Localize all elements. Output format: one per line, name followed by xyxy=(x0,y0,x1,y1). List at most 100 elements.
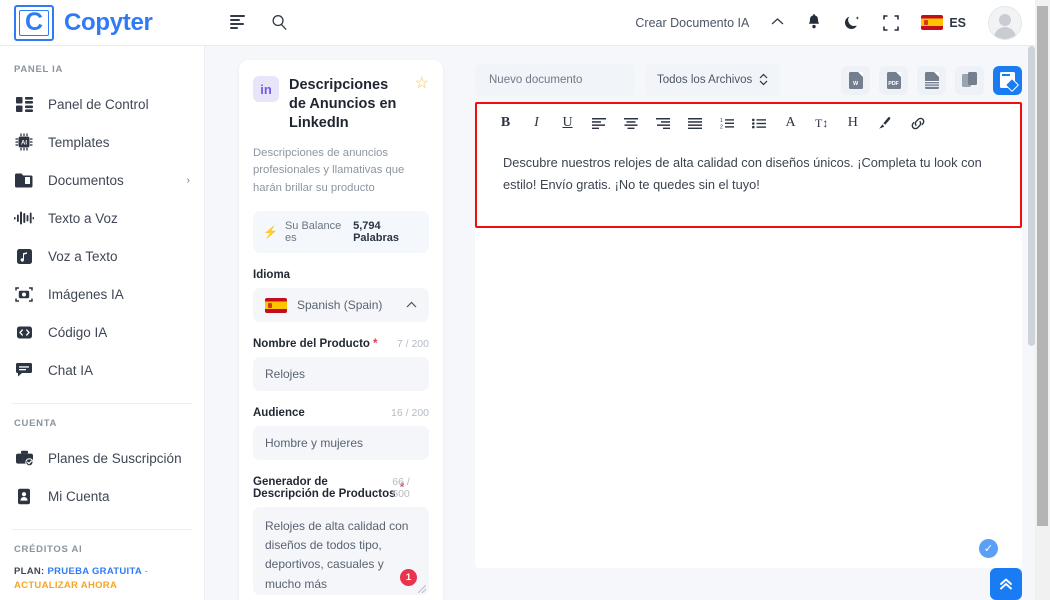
bold-icon[interactable]: B xyxy=(499,114,512,132)
text-file-icon xyxy=(924,71,939,89)
language-code: ES xyxy=(949,15,966,30)
sidebar-item-label: Panel de Control xyxy=(48,96,149,112)
heading-icon[interactable]: H xyxy=(846,114,859,132)
highlight-icon[interactable] xyxy=(877,114,892,132)
sidebar-item-label: Templates xyxy=(48,134,110,150)
editor-content[interactable]: Descubre nuestros relojes de alta calida… xyxy=(477,140,1020,197)
align-left-icon[interactable] xyxy=(592,114,606,132)
export-pdf-button[interactable]: PDF xyxy=(879,65,908,95)
page-scrollbar-thumb[interactable] xyxy=(1037,6,1048,526)
language-field-label: Idioma xyxy=(253,269,429,281)
panel-scrollbar[interactable] xyxy=(1028,46,1035,600)
plan-value-link[interactable]: PRUEBA GRATUITA xyxy=(47,566,141,577)
page-scrollbar[interactable] xyxy=(1035,0,1050,600)
chevron-up-icon xyxy=(406,299,417,311)
generator-textarea[interactable]: Relojes de alta calidad con diseños de t… xyxy=(253,507,429,596)
moon-icon[interactable] xyxy=(844,14,861,31)
plan-upgrade-link[interactable]: ACTUALIZAR AHORA xyxy=(14,580,117,591)
save-document-button[interactable] xyxy=(993,65,1022,95)
sidebar-section-panel: PANEL IA xyxy=(14,64,64,75)
sidebar-item-label: Código IA xyxy=(48,324,108,340)
avatar[interactable] xyxy=(988,5,1022,40)
options-row: Creatividad i Media xyxy=(253,595,429,600)
fullscreen-icon[interactable] xyxy=(883,14,900,31)
search-icon[interactable] xyxy=(271,14,288,31)
align-right-icon[interactable] xyxy=(656,114,670,132)
plan-dash: - xyxy=(144,566,149,577)
align-center-icon[interactable] xyxy=(624,114,638,132)
balance-label: Su Balance es xyxy=(284,220,342,245)
sidebar-item-label: Chat IA xyxy=(48,362,94,378)
sidebar-item-documentos[interactable]: Documentos › xyxy=(0,161,204,199)
language-selected-value: Spanish (Spain) xyxy=(297,298,383,313)
generator-value: Relojes de alta calidad con diseños de t… xyxy=(265,519,409,591)
product-label-text: Nombre del Producto xyxy=(253,338,370,351)
sidebar-item-texto-a-voz[interactable]: Texto a Voz xyxy=(0,199,204,237)
chip-ai-icon: AI xyxy=(14,132,34,152)
sidebar-item-label: Texto a Voz xyxy=(48,210,118,226)
italic-icon[interactable]: I xyxy=(530,114,543,132)
audience-counter: 16 / 200 xyxy=(391,407,429,420)
main-content: in Descripciones de Anuncios en LinkedIn… xyxy=(205,46,1050,600)
export-word-button[interactable]: W xyxy=(841,65,870,95)
check-circle-icon[interactable]: ✓ xyxy=(979,539,998,558)
menu-toggle-icon[interactable] xyxy=(230,15,247,30)
header-right-area: Crear Documento IA ES xyxy=(635,5,1050,40)
export-text-button[interactable] xyxy=(917,65,946,95)
file-filter-value: Todos los Archivos xyxy=(657,74,753,86)
bell-icon[interactable] xyxy=(806,14,822,31)
chevron-right-icon: › xyxy=(186,174,190,186)
font-color-icon[interactable]: A xyxy=(784,114,797,132)
textarea-resize-handle[interactable] xyxy=(418,585,426,594)
underline-icon[interactable]: U xyxy=(561,114,574,132)
svg-text:2: 2 xyxy=(720,124,723,129)
chat-icon xyxy=(14,360,34,380)
sidebar-item-templates[interactable]: AI Templates xyxy=(0,123,204,161)
sidebar-item-chat-ia[interactable]: Chat IA xyxy=(0,351,204,389)
align-justify-icon[interactable] xyxy=(688,114,702,132)
sidebar-item-label: Planes de Suscripción xyxy=(48,450,182,466)
ordered-list-icon[interactable]: 12 xyxy=(720,114,734,132)
sidebar-item-codigo-ia[interactable]: Código IA xyxy=(0,313,204,351)
page-body: PANEL IA Panel de Control AI Templates D… xyxy=(0,46,1050,600)
sidebar-section-account: CUENTA xyxy=(14,418,58,429)
sidebar-item-panel-de-control[interactable]: Panel de Control xyxy=(0,85,204,123)
sidebar-item-voz-a-texto[interactable]: Voz a Texto xyxy=(0,237,204,275)
save-edit-icon xyxy=(1000,72,1015,88)
star-icon[interactable]: ☆ xyxy=(415,76,429,92)
sidebar-item-label: Mi Cuenta xyxy=(48,488,110,504)
plan-status: PLAN: PRUEBA GRATUITA - ACTUALIZAR AHORA xyxy=(0,565,204,593)
create-document-link[interactable]: Crear Documento IA xyxy=(635,16,749,30)
link-icon[interactable] xyxy=(910,114,926,132)
logo-letter: C xyxy=(24,8,44,36)
pdf-file-icon: PDF xyxy=(886,71,901,89)
brand-logo[interactable]: C Copyter xyxy=(0,4,210,41)
panel-scrollbar-thumb[interactable] xyxy=(1028,46,1035,346)
audience-input[interactable]: Hombre y mujeres xyxy=(253,426,429,461)
sidebar-item-mi-cuenta[interactable]: Mi Cuenta xyxy=(0,477,204,515)
scroll-to-top-button[interactable] xyxy=(990,568,1022,600)
sidebar-section-credits: CRÉDITOS AI xyxy=(14,544,83,555)
camera-icon xyxy=(14,284,34,304)
language-selector[interactable]: ES xyxy=(921,15,966,30)
language-select[interactable]: Spanish (Spain) xyxy=(253,288,429,323)
unordered-list-icon[interactable] xyxy=(752,114,766,132)
document-name-input[interactable]: Nuevo documento xyxy=(475,64,635,96)
product-field-label: Nombre del Producto * 7 / 200 xyxy=(253,338,429,350)
editor-document-sheet[interactable] xyxy=(475,228,1022,568)
sidebar-item-label: Documentos xyxy=(48,172,124,188)
generator-counter: 66 / 600 xyxy=(392,476,410,501)
copy-document-button[interactable] xyxy=(955,65,984,95)
audience-label-text: Audience xyxy=(253,407,305,420)
template-description: Descripciones de anuncios profesionales … xyxy=(253,146,405,194)
template-title: Descripciones de Anuncios en LinkedIn xyxy=(289,77,397,131)
document-name-placeholder: Nuevo documento xyxy=(489,74,583,86)
product-name-input[interactable]: Relojes xyxy=(253,357,429,392)
code-icon xyxy=(14,322,34,342)
chevron-up-icon[interactable] xyxy=(771,17,784,29)
document-toolbar: Nuevo documento Todos los Archivos W PDF xyxy=(475,60,1022,100)
font-size-icon[interactable]: T↕ xyxy=(815,114,828,132)
sidebar-item-planes-de-suscripcion[interactable]: Planes de Suscripción xyxy=(0,439,204,477)
sidebar-item-imagenes-ia[interactable]: Imágenes IA xyxy=(0,275,204,313)
file-filter-select[interactable]: Todos los Archivos xyxy=(645,64,780,96)
